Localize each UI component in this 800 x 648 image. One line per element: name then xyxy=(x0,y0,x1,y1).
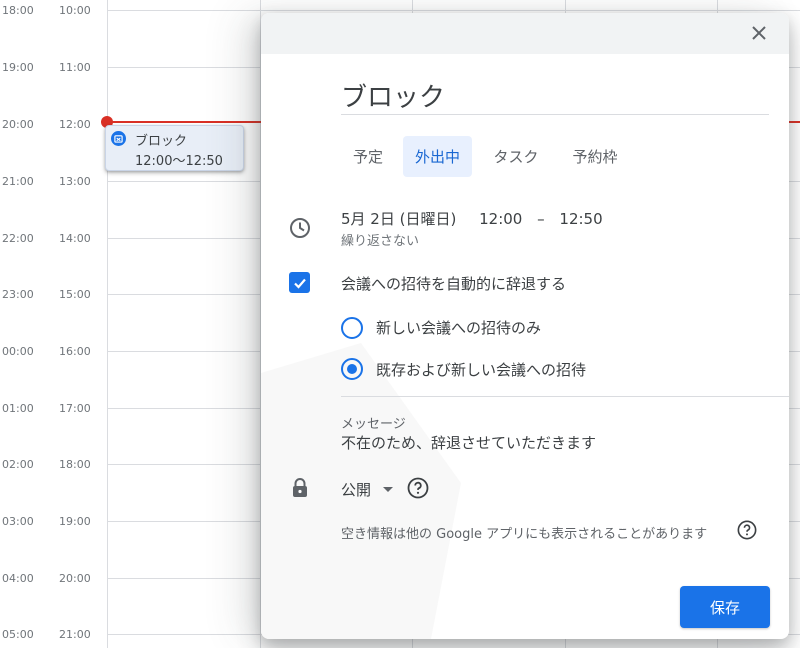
grid-line-hour xyxy=(107,10,800,11)
visibility-dropdown[interactable]: 公開 xyxy=(341,477,394,501)
save-button[interactable]: 保存 xyxy=(680,586,770,628)
event-chip-time: 12:00〜12:50 xyxy=(135,154,223,169)
time-label-primary: 02:00 xyxy=(2,458,34,471)
title-input-value: ブロック xyxy=(341,83,446,113)
time-label-primary: 05:00 xyxy=(2,628,34,641)
tab-task[interactable]: タスク xyxy=(481,136,551,177)
tab-event[interactable]: 予定 xyxy=(341,136,395,177)
time-label-primary: 23:00 xyxy=(2,288,34,301)
time-label-secondary: 15:00 xyxy=(59,288,91,301)
time-label-secondary: 19:00 xyxy=(59,515,91,528)
title-input[interactable]: ブロック xyxy=(341,73,769,115)
time-range-dash: – xyxy=(537,210,545,228)
time-label-primary: 00:00 xyxy=(2,345,34,358)
event-editor-dialog: ブロック 予定 外出中 タスク 予約枠 5月 2日 (日曜日) 12:00 – … xyxy=(261,13,789,639)
date-text[interactable]: 5月 2日 (日曜日) xyxy=(341,208,456,229)
close-button[interactable] xyxy=(745,19,773,47)
radio-new-invites-only-label: 新しい会議への招待のみ xyxy=(376,319,542,337)
recurrence-text[interactable]: 繰り返さない xyxy=(341,230,419,249)
time-label-secondary: 13:00 xyxy=(59,175,91,188)
tab-appointment-slots[interactable]: 予約枠 xyxy=(561,136,629,177)
grid-line-vertical xyxy=(107,0,108,648)
out-of-office-icon xyxy=(111,131,126,146)
time-label-primary: 03:00 xyxy=(2,515,34,528)
help-icon[interactable] xyxy=(737,520,757,540)
time-label-primary: 21:00 xyxy=(2,175,34,188)
radio-new-invites-only[interactable] xyxy=(341,317,363,339)
time-label-primary: 01:00 xyxy=(2,402,34,415)
time-label-primary: 22:00 xyxy=(2,232,34,245)
event-chip-out-of-office[interactable]: ブロック 12:00〜12:50 xyxy=(105,125,244,171)
radio-existing-and-new-invites[interactable] xyxy=(341,358,363,380)
time-label-secondary: 20:00 xyxy=(59,572,91,585)
divider xyxy=(341,396,789,397)
checkbox-checked-icon xyxy=(293,278,306,289)
message-input[interactable]: 不在のため、辞退させていただきます xyxy=(341,432,596,453)
time-label-primary: 18:00 xyxy=(2,4,34,17)
close-icon xyxy=(752,26,766,40)
clock-icon xyxy=(288,216,312,240)
auto-decline-label: 会議への招待を自動的に辞退する xyxy=(341,275,567,293)
dropdown-caret-icon xyxy=(383,486,394,492)
dialog-header-bar xyxy=(261,13,789,54)
time-label-secondary: 10:00 xyxy=(59,4,91,17)
radio-existing-and-new-invites-label: 既存および新しい会議への招待 xyxy=(376,361,587,379)
visibility-label: 公開 xyxy=(341,480,372,499)
start-time-text[interactable]: 12:00 xyxy=(479,210,522,228)
time-label-secondary: 17:00 xyxy=(59,402,91,415)
event-chip-title: ブロック xyxy=(135,134,188,149)
tab-out-of-office[interactable]: 外出中 xyxy=(403,136,472,177)
time-label-primary: 20:00 xyxy=(2,118,34,131)
help-icon[interactable] xyxy=(407,477,429,499)
time-label-secondary: 18:00 xyxy=(59,458,91,471)
time-label-primary: 19:00 xyxy=(2,61,34,74)
end-time-text[interactable]: 12:50 xyxy=(559,210,602,228)
availability-info-text: 空き情報は他の Google アプリにも表示されることがあります xyxy=(341,527,708,542)
time-label-secondary: 16:00 xyxy=(59,345,91,358)
date-time-row[interactable]: 5月 2日 (日曜日) 12:00 – 12:50 xyxy=(341,208,603,229)
message-label: メッセージ xyxy=(341,417,406,432)
time-label-secondary: 12:00 xyxy=(59,118,91,131)
time-label-secondary: 11:00 xyxy=(59,61,91,74)
time-label-primary: 04:00 xyxy=(2,572,34,585)
auto-decline-checkbox[interactable] xyxy=(289,272,310,293)
time-label-secondary: 21:00 xyxy=(59,628,91,641)
lock-icon xyxy=(288,476,312,500)
time-label-secondary: 14:00 xyxy=(59,232,91,245)
